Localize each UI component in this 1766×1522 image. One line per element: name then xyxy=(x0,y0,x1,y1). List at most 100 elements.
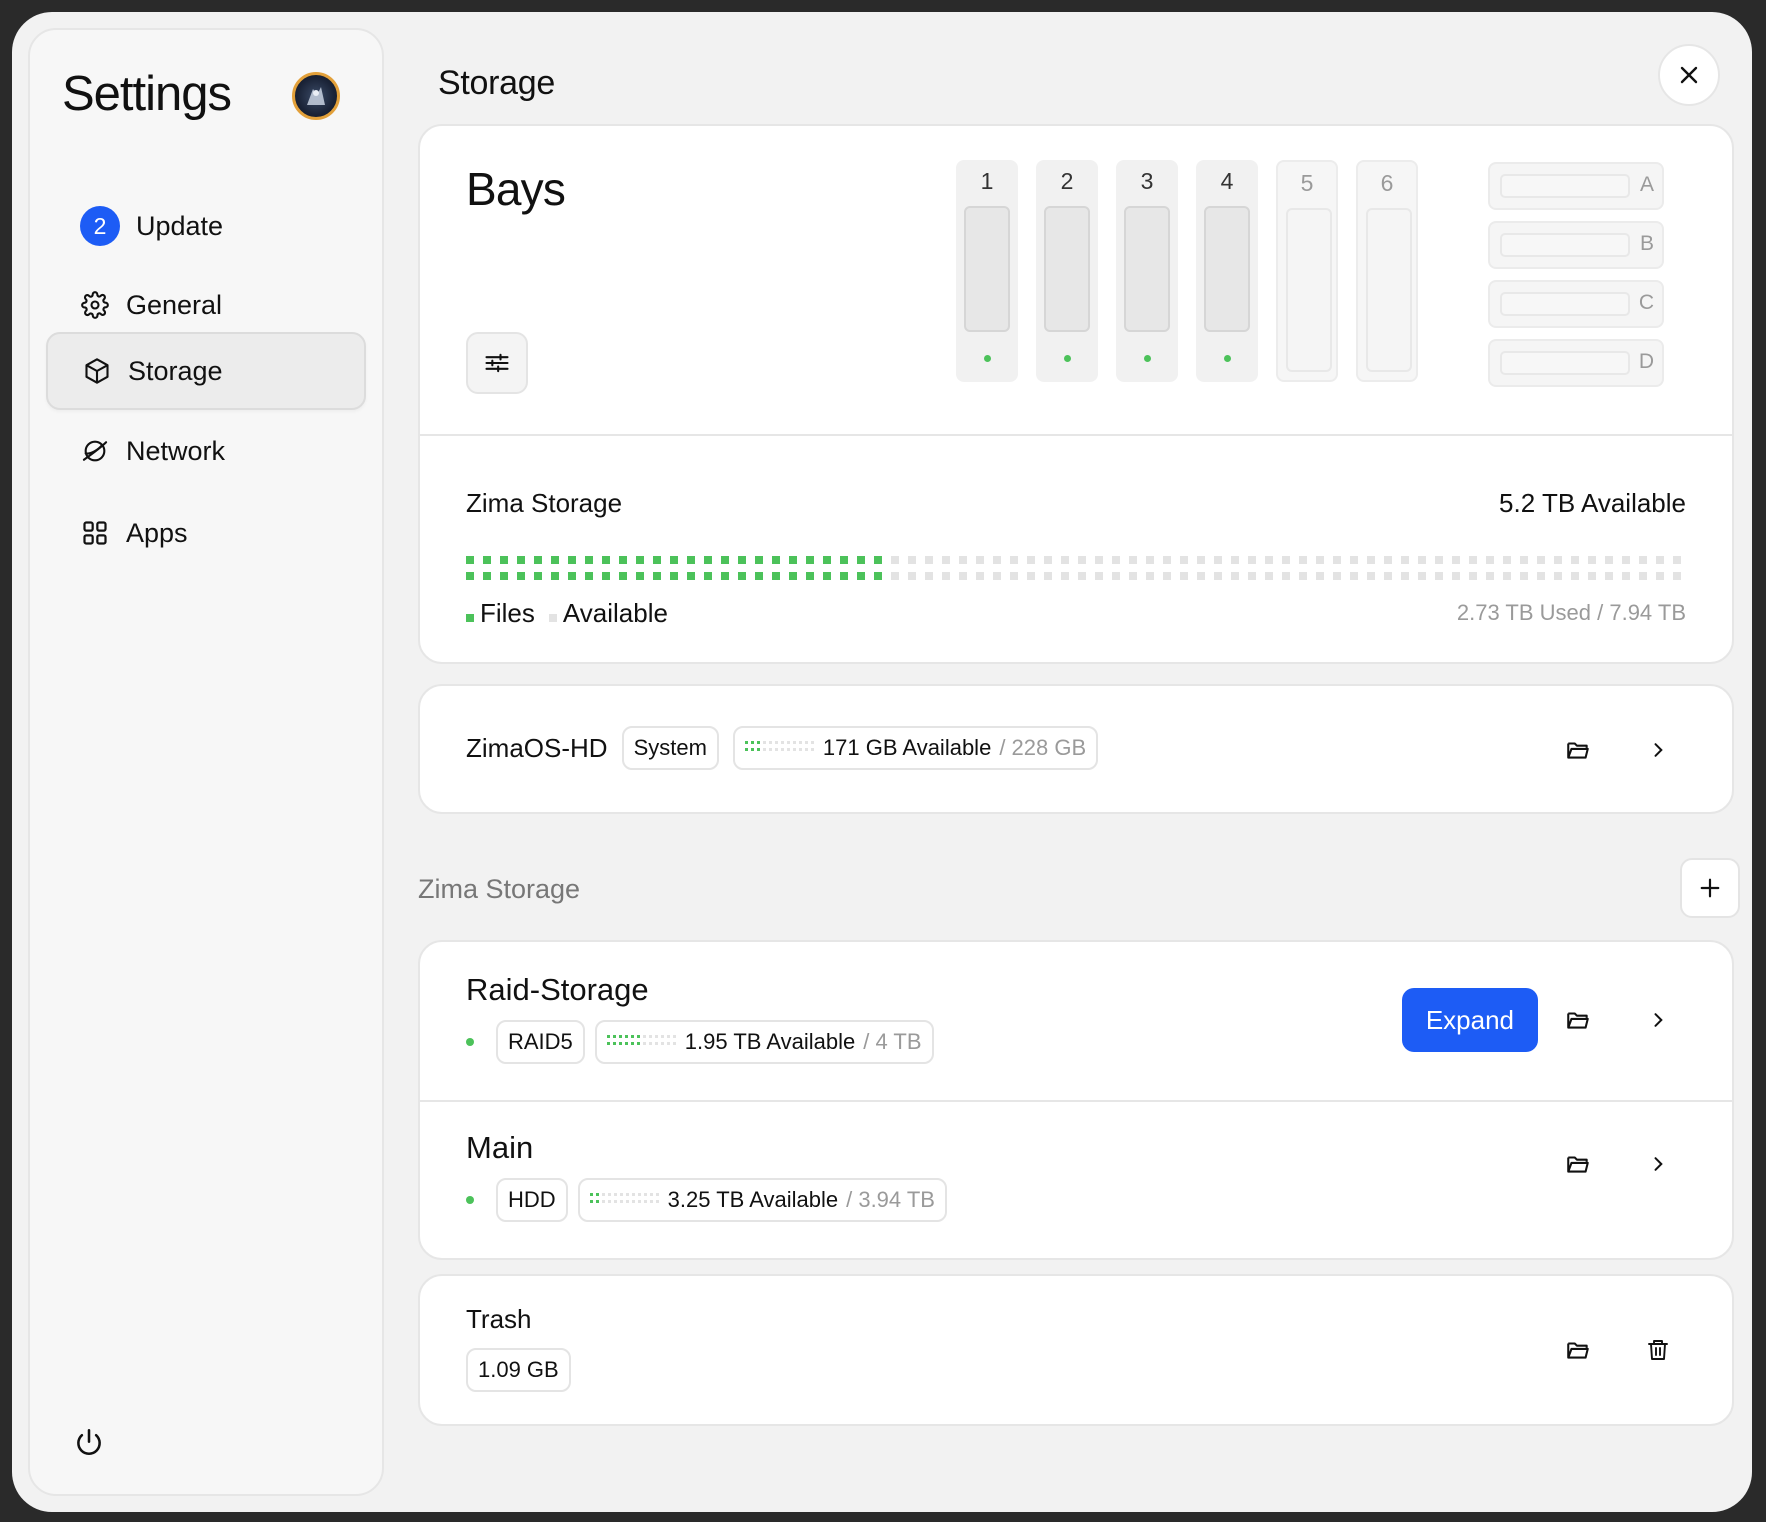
close-icon xyxy=(1680,66,1698,84)
usage-dot xyxy=(1503,572,1511,580)
usage-dot xyxy=(1435,556,1443,564)
sidebar: Settings 2 Update General Storage Networ… xyxy=(28,28,384,1496)
usage-legend: Files Available xyxy=(466,598,668,629)
m2-label: A xyxy=(1639,173,1654,196)
usage-dot xyxy=(670,556,678,564)
usage-dot xyxy=(1197,556,1205,564)
usage-dot xyxy=(1129,556,1137,564)
usage-dot xyxy=(1588,572,1596,580)
usage-dot xyxy=(517,556,525,564)
usage-dot xyxy=(666,1035,670,1038)
usage-dot xyxy=(1588,556,1596,564)
capacity-chip: 171 GB Available / 228 GB xyxy=(732,726,1099,770)
divider xyxy=(420,434,1732,436)
usage-dot xyxy=(613,1193,617,1196)
usage-dot xyxy=(744,748,748,751)
usage-dot xyxy=(595,1200,599,1203)
open-folder-icon[interactable] xyxy=(1564,1336,1592,1364)
usage-dot xyxy=(774,748,778,751)
usage-dot xyxy=(925,572,933,580)
usage-dot xyxy=(517,572,525,580)
m2-slot[interactable]: B xyxy=(1488,221,1664,269)
power-icon[interactable] xyxy=(72,1426,106,1460)
expand-button[interactable]: Expand xyxy=(1401,988,1538,1052)
usage-dot xyxy=(1384,556,1392,564)
close-button[interactable] xyxy=(1658,44,1720,106)
capacity-chip: 3.25 TB Available / 3.94 TB xyxy=(577,1178,947,1222)
bay-slot-empty[interactable]: 5 xyxy=(1276,160,1338,382)
usage-dot xyxy=(1095,572,1103,580)
usage-dot xyxy=(612,1035,616,1038)
chevron-right-icon[interactable] xyxy=(1644,1006,1672,1034)
available-text: 1.95 TB Available xyxy=(684,1029,856,1054)
trash-card[interactable]: Trash 1.09 GB xyxy=(418,1274,1734,1426)
usage-dot xyxy=(1384,572,1392,580)
trash-icon[interactable] xyxy=(1644,1336,1672,1364)
usage-dot xyxy=(1146,556,1154,564)
update-item[interactable]: 2 Update xyxy=(80,206,223,246)
usage-dot xyxy=(619,1193,623,1196)
usage-dot xyxy=(643,1193,647,1196)
usage-dot xyxy=(756,748,760,751)
avatar-image-icon xyxy=(307,87,325,105)
m2-slot[interactable]: C xyxy=(1488,280,1664,328)
usage-dot xyxy=(993,556,1001,564)
bay-slot[interactable]: 2 xyxy=(1036,160,1098,382)
add-storage-button[interactable] xyxy=(1680,858,1740,918)
system-disk-card[interactable]: ZimaOS-HD System 171 GB Available / 228 … xyxy=(418,684,1734,814)
bay-slot[interactable]: 3 xyxy=(1116,160,1178,382)
bay-slot-empty[interactable]: 6 xyxy=(1356,160,1418,382)
usage-dot xyxy=(595,1193,599,1196)
usage-dot xyxy=(551,572,559,580)
usage-dot xyxy=(568,556,576,564)
open-folder-icon[interactable] xyxy=(1564,1150,1592,1178)
bay-number: 6 xyxy=(1380,170,1394,196)
usage-dot xyxy=(1163,556,1171,564)
bay-slot[interactable]: 4 xyxy=(1196,160,1258,382)
drive-tray xyxy=(964,206,1010,332)
chevron-right-icon[interactable] xyxy=(1644,1150,1672,1178)
usage-dot xyxy=(619,572,627,580)
m2-slot[interactable]: D xyxy=(1488,339,1664,387)
chevron-right-icon[interactable] xyxy=(1644,736,1672,764)
pool-row[interactable]: Main HDD 3.25 TB Available / 3.94 TB xyxy=(420,1102,1732,1260)
open-folder-icon[interactable] xyxy=(1564,736,1592,764)
status-dot xyxy=(984,355,991,362)
usage-dot xyxy=(1214,556,1222,564)
drive-tray xyxy=(1204,206,1250,332)
avatar[interactable] xyxy=(292,72,340,120)
open-folder-icon[interactable] xyxy=(1564,1006,1592,1034)
m2-tray xyxy=(1500,351,1630,375)
bay-slot[interactable]: 1 xyxy=(956,160,1018,382)
legend-available: Available xyxy=(548,598,668,629)
usage-dot xyxy=(755,556,763,564)
usage-dot xyxy=(810,741,814,744)
usage-dot xyxy=(618,1035,622,1038)
usage-dot xyxy=(704,556,712,564)
usage-dot xyxy=(786,748,790,751)
status-dot xyxy=(1224,355,1231,362)
sidebar-item-network[interactable]: Network xyxy=(46,412,366,490)
usage-dot xyxy=(619,1200,623,1203)
usage-dot xyxy=(1571,572,1579,580)
usage-dot xyxy=(631,1193,635,1196)
usage-dot xyxy=(1486,556,1494,564)
total-text: / 4 TB xyxy=(863,1029,922,1054)
usage-dot xyxy=(585,572,593,580)
pool-name: Raid-Storage xyxy=(466,972,649,1007)
empty-tray xyxy=(1366,208,1412,372)
usage-dot xyxy=(1520,556,1528,564)
usage-dot xyxy=(1639,556,1647,564)
sidebar-item-storage[interactable]: Storage xyxy=(46,332,366,410)
pool-row[interactable]: Raid-Storage RAID5 1.95 TB Available / 4… xyxy=(420,942,1732,1100)
usage-dot xyxy=(744,741,748,744)
usage-dot xyxy=(762,741,766,744)
usage-dot xyxy=(625,1193,629,1196)
m2-tray xyxy=(1500,233,1630,257)
usage-dot xyxy=(636,572,644,580)
m2-slot[interactable]: A xyxy=(1488,162,1664,210)
usage-dot xyxy=(1401,556,1409,564)
sidebar-item-apps[interactable]: Apps xyxy=(46,494,366,572)
used-total: 2.73 TB Used / 7.94 TB xyxy=(1456,600,1686,625)
bay-settings-button[interactable] xyxy=(466,332,528,394)
